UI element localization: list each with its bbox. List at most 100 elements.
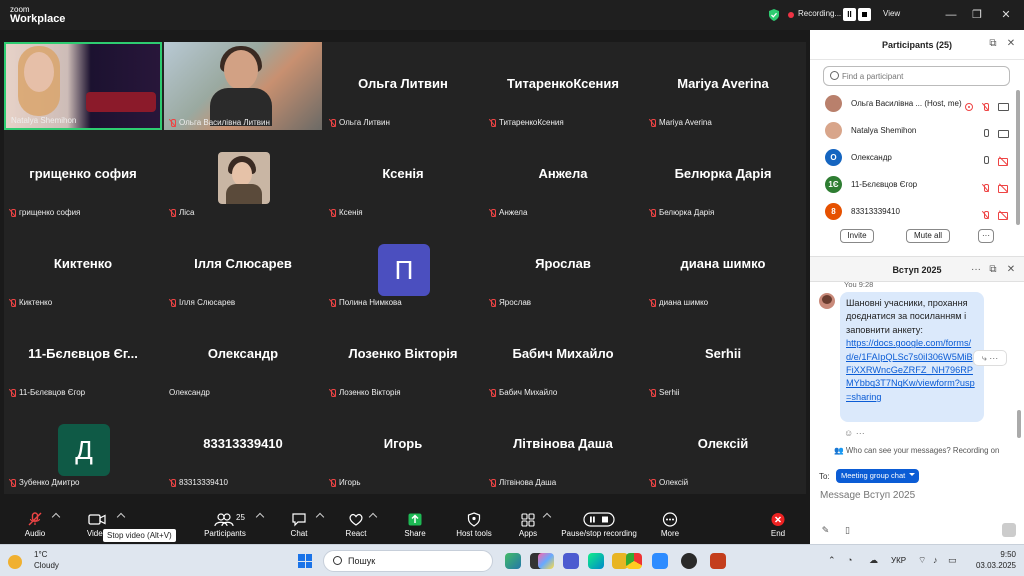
- close-window-button[interactable]: ✕: [998, 7, 1014, 23]
- message-react-row[interactable]: ☺ ···: [844, 428, 865, 438]
- mic-muted-icon[interactable]: [982, 184, 989, 192]
- pause-stop-recording-button[interactable]: Pause/stop recording: [558, 506, 640, 544]
- message-more-icon[interactable]: ···: [989, 353, 998, 363]
- battery-icon[interactable]: ▭: [948, 555, 957, 566]
- language-indicator[interactable]: УКР: [891, 556, 906, 565]
- participant-tile[interactable]: Ліса: [164, 132, 322, 220]
- mic-muted-icon[interactable]: [982, 103, 989, 111]
- copilot-icon[interactable]: [538, 553, 554, 569]
- more-button[interactable]: More: [654, 506, 686, 544]
- message-tools[interactable]: ⤷ ···: [973, 350, 1007, 366]
- participant-tile[interactable]: Анжела Анжела: [484, 132, 642, 220]
- participant-tile[interactable]: Бабич Михайло Бабич Михайло: [484, 312, 642, 400]
- participant-tile[interactable]: Serhii Serhii: [644, 312, 802, 400]
- participant-tile[interactable]: ТитаренкоКсения ТитаренкоКсения: [484, 42, 642, 130]
- participant-tile[interactable]: Ольга Василівна Литвин: [164, 42, 322, 130]
- format-icon[interactable]: ✎: [820, 525, 831, 536]
- taskbar-search[interactable]: Пошук: [323, 550, 493, 572]
- recording-status-icon[interactable]: [965, 103, 973, 111]
- video-off-icon[interactable]: [998, 211, 1009, 220]
- participants-button[interactable]: Participants: [200, 506, 250, 544]
- mic-icon[interactable]: [982, 129, 989, 138]
- mic-muted-icon[interactable]: [982, 211, 989, 219]
- participants-options-caret[interactable]: [255, 512, 265, 522]
- cloud-icon[interactable]: ☁: [869, 555, 878, 566]
- participant-row[interactable]: 8 83313339410: [810, 198, 1024, 225]
- participant-tile[interactable]: Олексій Олексій: [644, 402, 802, 490]
- participant-tile[interactable]: Олександр Олександр: [164, 312, 322, 400]
- host-tools-button[interactable]: Host tools: [452, 506, 496, 544]
- participant-tile[interactable]: Mariya Averina Mariya Averina: [644, 42, 802, 130]
- apps-button[interactable]: Apps: [512, 506, 544, 544]
- edge-icon[interactable]: [588, 553, 604, 569]
- participant-tile[interactable]: Ілля Слюсарев Ілля Слюсарев: [164, 222, 322, 310]
- participant-tile[interactable]: Ксенія Ксенія: [324, 132, 482, 220]
- pause-recording-button[interactable]: II: [843, 8, 856, 21]
- participants-scrollbar[interactable]: [1016, 90, 1020, 225]
- share-button[interactable]: Share: [399, 506, 431, 544]
- react-button[interactable]: React: [340, 506, 372, 544]
- invite-button[interactable]: Invite: [840, 229, 874, 243]
- participant-tile[interactable]: Белюрка Дарія Белюрка Дарія: [644, 132, 802, 220]
- participant-tile[interactable]: диана шимко диана шимко: [644, 222, 802, 310]
- volume-icon[interactable]: ♪: [933, 555, 938, 565]
- participant-tile[interactable]: Лозенко Вікторія Лозенко Вікторія: [324, 312, 482, 400]
- participant-search-input[interactable]: Find a participant: [823, 66, 1010, 86]
- participant-tile[interactable]: Игорь Игорь: [324, 402, 482, 490]
- wifi-icon[interactable]: ⌔: [918, 555, 926, 566]
- clock[interactable]: 9:50 03.03.2025: [968, 549, 1016, 571]
- apps-options-caret[interactable]: [542, 512, 552, 522]
- powerpoint-icon[interactable]: [710, 553, 726, 569]
- video-on-icon[interactable]: [998, 130, 1009, 138]
- chat-options-caret[interactable]: [315, 512, 325, 522]
- view-button[interactable]: View: [883, 9, 900, 18]
- chat-more-icon[interactable]: ···: [970, 264, 982, 276]
- participant-tile[interactable]: Ярослав Ярослав: [484, 222, 642, 310]
- video-off-icon[interactable]: [998, 157, 1009, 166]
- video-off-icon[interactable]: [998, 184, 1009, 193]
- participant-row[interactable]: Ольга Василівна ... (Host, me): [810, 90, 1024, 117]
- chrome-icon[interactable]: [626, 553, 642, 569]
- participant-row[interactable]: О Олександр: [810, 144, 1024, 171]
- participants-more-button[interactable]: ···: [978, 229, 994, 243]
- participant-tile[interactable]: 83313339410 83313339410: [164, 402, 322, 490]
- participant-tile[interactable]: Natalya Shemihon: [4, 42, 162, 130]
- message-options-icon[interactable]: ···: [856, 428, 865, 438]
- participant-tile[interactable]: грищенко софия грищенко софия: [4, 132, 162, 220]
- tray-app-icon[interactable]: ◔: [847, 555, 852, 565]
- participant-tile[interactable]: 11-Бєлєвцов Єг... 11-Бєлєвцов Єгор: [4, 312, 162, 400]
- audio-button[interactable]: Audio: [18, 506, 52, 544]
- message-visibility-warning[interactable]: 👥 Who can see your messages? Recording o…: [834, 446, 999, 455]
- security-shield-icon[interactable]: [768, 9, 780, 21]
- reply-icon[interactable]: ⤷: [982, 353, 987, 363]
- participant-tile[interactable]: Киктенко Киктенко: [4, 222, 162, 310]
- chat-message-input[interactable]: [820, 490, 1010, 501]
- zoom-taskbar-icon[interactable]: [652, 553, 668, 569]
- audio-options-caret[interactable]: [51, 512, 61, 522]
- participant-row[interactable]: Natalya Shemihon: [810, 117, 1024, 144]
- stop-recording-button[interactable]: [858, 8, 871, 21]
- file-icon[interactable]: ▯: [842, 525, 853, 536]
- chat-button[interactable]: Chat: [283, 506, 315, 544]
- message-link[interactable]: https://docs.google.com/forms/d/e/1FAIpQ…: [846, 337, 978, 404]
- participant-tile[interactable]: Ольга Литвин Ольга Литвин: [324, 42, 482, 130]
- widgets-app-icon[interactable]: [505, 553, 521, 569]
- participant-tile[interactable]: Д Зубенко Дмитро: [4, 402, 162, 490]
- close-panel-icon[interactable]: ✕: [1005, 38, 1017, 50]
- video-on-icon[interactable]: [998, 103, 1009, 111]
- end-meeting-button[interactable]: End: [762, 506, 794, 544]
- teams-icon[interactable]: [563, 553, 579, 569]
- add-reaction-icon[interactable]: ☺: [844, 428, 853, 438]
- chat-popout-icon[interactable]: ⧉: [987, 264, 999, 276]
- chat-scrollbar[interactable]: [1017, 410, 1021, 438]
- media-player-icon[interactable]: [681, 553, 697, 569]
- show-hidden-icons-icon[interactable]: ⌃: [828, 555, 836, 566]
- mic-icon[interactable]: [982, 156, 989, 165]
- participant-tile[interactable]: П Полина Нимкова: [324, 222, 482, 310]
- restore-button[interactable]: ❐: [969, 7, 985, 23]
- popout-icon[interactable]: ⧉: [987, 38, 999, 50]
- start-windows-icon[interactable]: [298, 554, 312, 568]
- mute-all-button[interactable]: Mute all: [906, 229, 950, 243]
- recipient-dropdown[interactable]: Meeting group chat: [836, 469, 920, 483]
- send-button[interactable]: [1002, 523, 1016, 537]
